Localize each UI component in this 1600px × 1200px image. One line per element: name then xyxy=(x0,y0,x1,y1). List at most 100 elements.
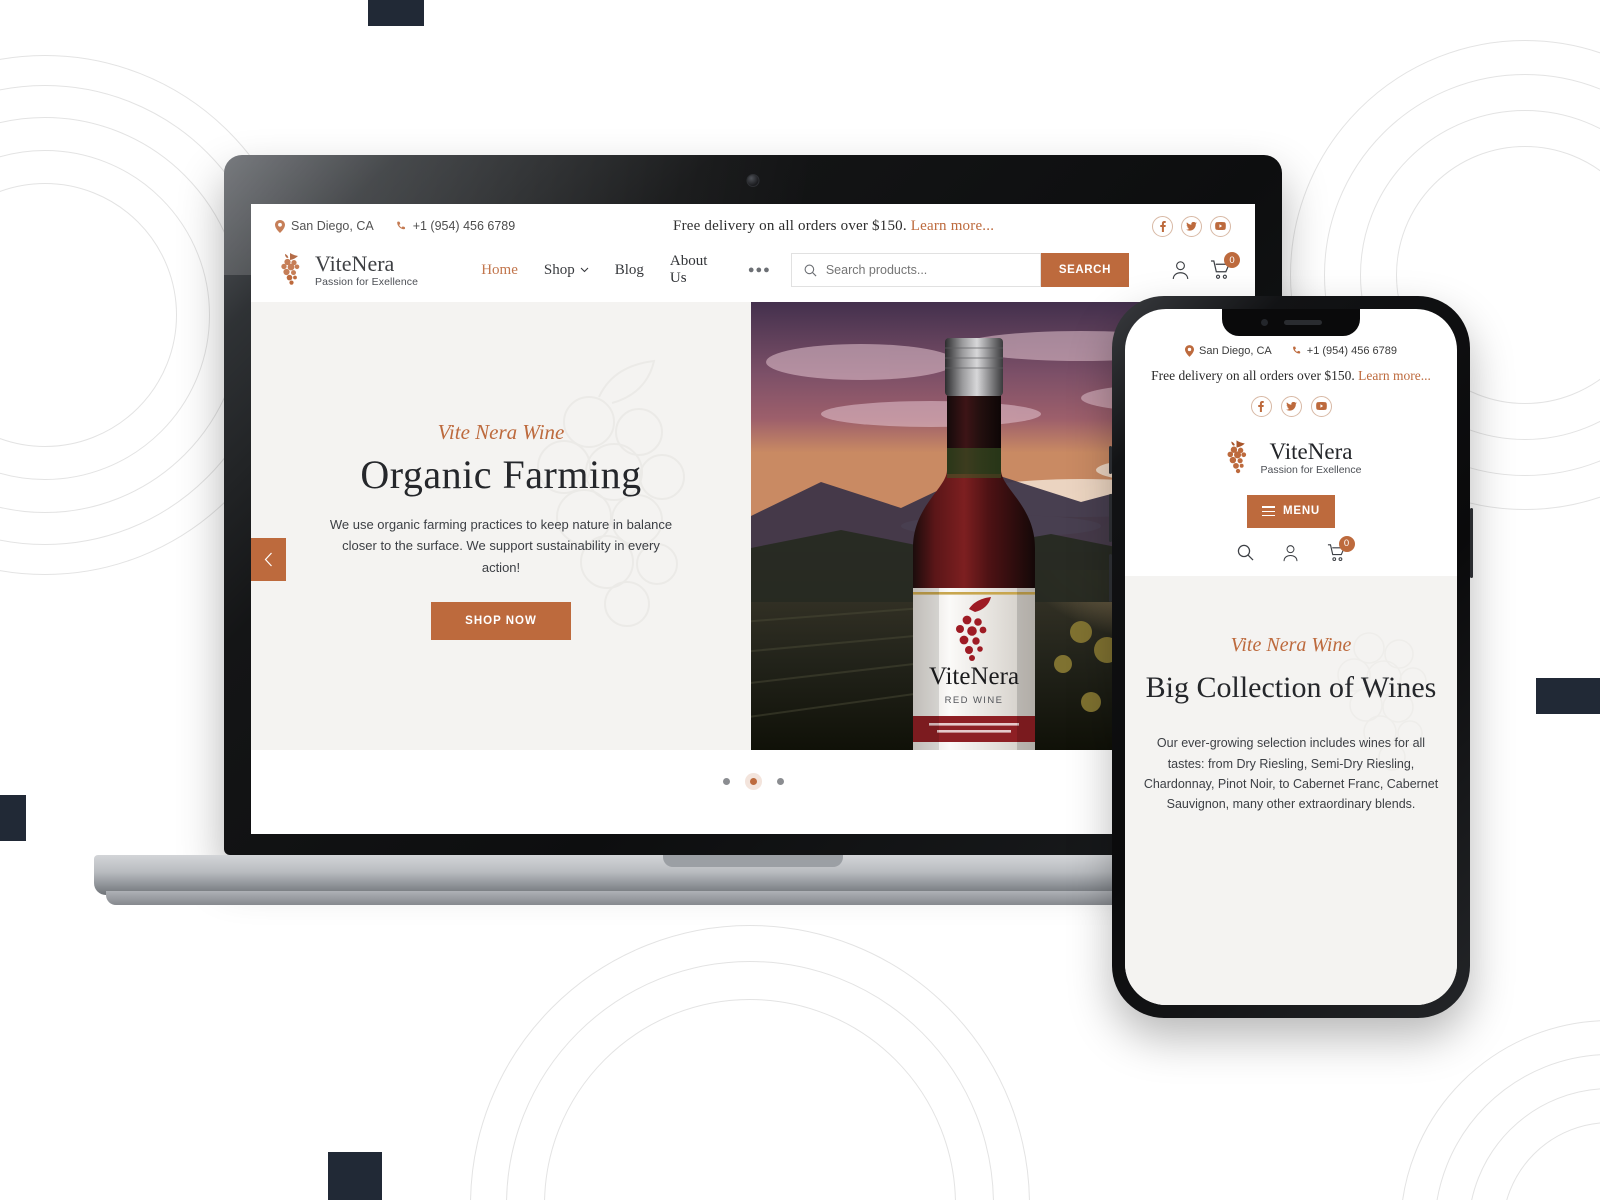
search-input[interactable] xyxy=(825,263,1028,277)
user-account-icon[interactable] xyxy=(1171,260,1190,280)
nav-item-shop[interactable]: Shop xyxy=(544,262,589,279)
mobile-hero-description: Our ever-growing selection includes wine… xyxy=(1143,736,1439,812)
twitter-icon[interactable] xyxy=(1181,215,1202,237)
brand-text: ViteNera Passion for Exellence xyxy=(315,252,418,287)
brand-name: ViteNera xyxy=(315,251,395,277)
chevron-down-icon xyxy=(580,267,589,273)
hero-title: Organic Farming xyxy=(360,451,642,497)
mobile-phone[interactable]: +1 (954) 456 6789 xyxy=(1292,345,1397,357)
mobile-menu-label: MENU xyxy=(1282,505,1321,518)
more-dots-icon[interactable]: ●●● xyxy=(748,264,771,276)
svg-text:ViteNera: ViteNera xyxy=(929,663,1019,690)
nav-item-blog[interactable]: Blog xyxy=(615,262,644,279)
nav-item-home[interactable]: Home xyxy=(481,262,518,279)
mobile-brand-tagline: Passion for Exellence xyxy=(1260,463,1362,476)
topbar-location-label: San Diego, CA xyxy=(291,219,374,233)
mobile-promo: Free delivery on all orders over $150. L… xyxy=(1139,366,1443,387)
topbar-learn-more-link[interactable]: Learn more... xyxy=(911,218,994,234)
mobile-brand-text: ViteNera Passion for Exellence xyxy=(1260,438,1362,476)
map-pin-icon xyxy=(1185,345,1194,357)
decor-square-right xyxy=(1536,678,1600,714)
carousel-dot-2[interactable] xyxy=(749,778,757,785)
hero-carousel-dots xyxy=(251,750,1255,785)
facebook-icon[interactable] xyxy=(1250,395,1272,417)
decor-square-bottom xyxy=(328,1152,382,1200)
cart-count-badge: 0 xyxy=(1224,252,1240,268)
hero-text-panel: Vite Nera Wine Organic Farming We use or… xyxy=(251,302,751,750)
phone-mute-switch xyxy=(1109,446,1112,474)
mobile-contact-row: San Diego, CA +1 (954) 456 6789 xyxy=(1139,345,1443,357)
search-icon[interactable] xyxy=(1237,544,1254,562)
mobile-website-screen: San Diego, CA +1 (954) 456 6789 Free del… xyxy=(1125,309,1457,1005)
decor-square-left xyxy=(0,795,26,841)
svg-text:RED WINE: RED WINE xyxy=(945,695,1004,706)
phone-front-camera-icon xyxy=(1260,319,1268,326)
topbar-location: San Diego, CA xyxy=(275,219,374,233)
carousel-dot-1[interactable] xyxy=(722,778,730,785)
topbar-phone-label: +1 (954) 456 6789 xyxy=(412,219,516,233)
twitter-icon[interactable] xyxy=(1280,395,1302,417)
mobile-header-icons: 0 xyxy=(1139,535,1443,562)
mobile-learn-more-link[interactable]: Learn more... xyxy=(1358,368,1431,383)
mobile-promo-text: Free delivery on all orders over $150. xyxy=(1151,368,1355,383)
phone-speaker-icon xyxy=(1283,320,1322,325)
grape-cluster-icon xyxy=(1221,439,1252,477)
hero-prev-button[interactable] xyxy=(251,538,286,581)
mobile-menu-button[interactable]: MENU xyxy=(1247,494,1335,528)
chevron-left-icon xyxy=(264,552,273,567)
search-area: SEARCH xyxy=(790,253,1129,287)
topbar-promo-text: Free delivery on all orders over $150. xyxy=(673,217,907,234)
youtube-icon[interactable] xyxy=(1210,215,1231,237)
mobile-site-logo[interactable]: ViteNera Passion for Exellence xyxy=(1139,439,1443,477)
mobile-brand-name: ViteNera xyxy=(1269,438,1353,464)
desktop-hero-carousel: Vite Nera Wine Organic Farming We use or… xyxy=(251,302,1255,750)
phone-power-button xyxy=(1470,508,1473,578)
site-logo[interactable]: ViteNera Passion for Exellence xyxy=(275,252,461,288)
search-box[interactable] xyxy=(790,253,1041,287)
shopping-cart-icon[interactable]: 0 xyxy=(1210,252,1240,280)
nav-item-shop-label: Shop xyxy=(543,261,575,278)
user-account-icon[interactable] xyxy=(1282,544,1299,562)
mobile-hero-eyebrow: Vite Nera Wine xyxy=(1230,633,1352,656)
page-content-below-hero xyxy=(251,785,1255,834)
mobile-location: San Diego, CA xyxy=(1185,345,1272,357)
mobile-socials xyxy=(1139,395,1443,417)
search-button[interactable]: SEARCH xyxy=(1040,253,1129,287)
mobile-hero-title: Big Collection of Wines xyxy=(1145,670,1437,704)
laptop-camera-icon xyxy=(746,174,760,187)
hero-eyebrow: Vite Nera Wine xyxy=(437,419,565,444)
main-nav: Home Shop Blog About Us ●●● xyxy=(481,253,771,287)
mobile-header: San Diego, CA +1 (954) 456 6789 Free del… xyxy=(1125,309,1457,562)
grape-cluster-icon xyxy=(275,252,305,288)
wine-bottle-image: ViteNera RED WINE xyxy=(913,338,1035,750)
phone-icon xyxy=(1292,346,1302,356)
header-icons: 0 xyxy=(1171,252,1240,280)
mobile-location-label: San Diego, CA xyxy=(1199,345,1272,357)
desktop-website-screen: San Diego, CA +1 (954) 456 6789 Free del… xyxy=(251,204,1255,834)
hero-description: We use organic farming practices to keep… xyxy=(329,516,673,575)
youtube-icon[interactable] xyxy=(1310,395,1332,417)
phone-volume-up-button xyxy=(1109,494,1112,542)
shop-now-button[interactable]: SHOP NOW xyxy=(431,602,571,641)
topbar-promo: Free delivery on all orders over $150. L… xyxy=(673,218,994,235)
shopping-cart-icon[interactable]: 0 xyxy=(1327,535,1355,562)
desktop-topbar: San Diego, CA +1 (954) 456 6789 Free del… xyxy=(251,204,1255,246)
desktop-navbar: ViteNera Passion for Exellence Home Shop xyxy=(251,246,1255,302)
search-icon xyxy=(804,264,817,277)
decor-rings-bottom-right xyxy=(1400,1020,1600,1200)
phone-body: San Diego, CA +1 (954) 456 6789 Free del… xyxy=(1109,296,1473,1018)
map-pin-icon xyxy=(275,219,285,233)
carousel-dot-3[interactable] xyxy=(776,778,784,785)
phone-volume-down-button xyxy=(1109,554,1112,602)
topbar-phone[interactable]: +1 (954) 456 6789 xyxy=(396,219,516,233)
hamburger-icon xyxy=(1261,506,1275,517)
mobile-cart-count-badge: 0 xyxy=(1338,535,1355,552)
mobile-phone-label: +1 (954) 456 6789 xyxy=(1306,345,1397,357)
decor-rings-bottom xyxy=(470,925,1030,1200)
phone-notch xyxy=(1222,309,1360,336)
mobile-hero-carousel: Vite Nera Wine Big Collection of Wines O… xyxy=(1125,575,1457,1005)
facebook-icon[interactable] xyxy=(1152,215,1173,237)
topbar-socials xyxy=(1152,215,1231,237)
decor-square-top xyxy=(368,0,424,26)
nav-item-about-us[interactable]: About Us xyxy=(670,253,722,287)
